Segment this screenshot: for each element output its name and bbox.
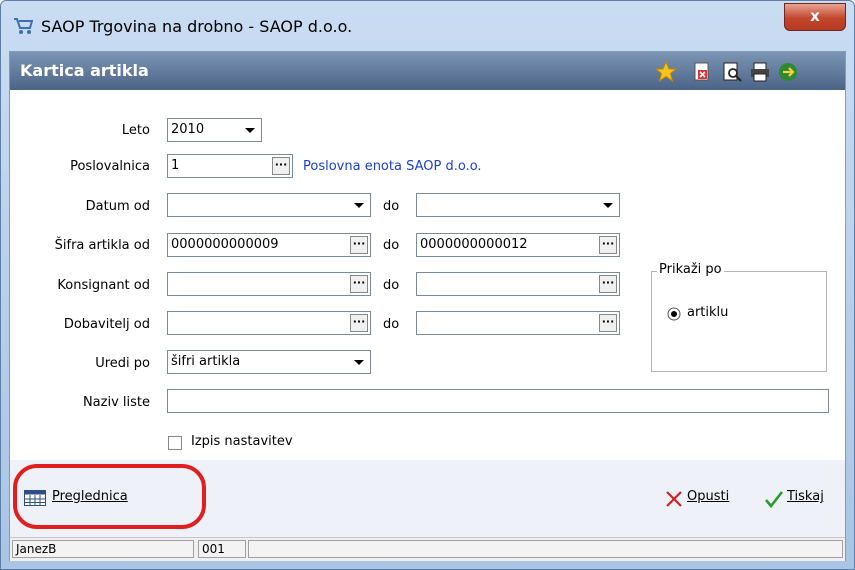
dobavitelj-to-field[interactable]: ··· [416,311,620,335]
konsignant-to-field[interactable]: ··· [416,272,620,296]
konsignant-to-browse-button[interactable]: ··· [599,275,617,293]
app-window: SAOP Trgovina na drobno - SAOP d.o.o. x … [0,0,855,570]
datum-to-select[interactable] [416,193,620,217]
dobavitelj-do-label: do [383,317,400,332]
dialog-header: Kartica artikla [10,52,845,90]
uredi-label: Uredi po [95,356,150,371]
window-title: SAOP Trgovina na drobno - SAOP d.o.o. [41,17,353,36]
sifra-to-value: 0000000000012 [420,237,528,252]
dobavitelj-label: Dobavitelj od [63,317,150,332]
leto-label: Leto [121,123,150,138]
prikazi-groupbox [651,271,827,372]
datum-label: Datum od [85,199,150,214]
dialog-title: Kartica artikla [20,61,149,80]
star-icon[interactable] [655,61,677,83]
sifra-label: Šifra artikla od [54,238,150,253]
sifra-do-label: do [383,238,400,253]
datum-from-select[interactable] [167,193,371,217]
dobavitelj-to-browse-button[interactable]: ··· [599,314,617,332]
uredi-select[interactable]: šifri artikla [167,350,371,374]
uredi-value: šifri artikla [171,354,241,369]
sifra-from-value: 0000000000009 [171,237,279,252]
chevron-down-icon [354,203,364,208]
print-preview-icon[interactable] [721,61,743,83]
opusti-label: Opusti [687,489,730,504]
form-area: Leto 2010 Poslovalnica 1 ··· Poslovna en… [10,90,845,460]
artiklu-radio[interactable] [667,307,681,321]
status-message [248,540,843,558]
naziv-input[interactable] [167,389,829,413]
dialog-client: Kartica artikla Leto 2010 Poslovalnica 1… [9,51,846,561]
sifra-from-field[interactable]: 0000000000009 ··· [167,233,371,257]
printer-icon[interactable] [749,61,771,83]
cancel-x-icon [666,491,682,507]
dobavitelj-from-field[interactable]: ··· [167,311,371,335]
poslovalnica-value: 1 [171,158,180,173]
status-user: JanezB [12,540,194,558]
poslovalnica-browse-button[interactable]: ··· [272,157,290,175]
poslovalnica-info: Poslovna enota SAOP d.o.o. [303,159,482,174]
leto-value: 2010 [171,122,205,137]
poslovalnica-label: Poslovalnica [70,159,150,174]
datum-do-label: do [383,199,400,214]
checkmark-icon [765,491,784,509]
sifra-to-browse-button[interactable]: ··· [599,236,617,254]
chevron-down-icon [245,128,255,133]
status-code: 001 [198,540,246,558]
naziv-label: Naziv liste [82,395,150,410]
chevron-down-icon [603,203,613,208]
konsignant-from-browse-button[interactable]: ··· [350,275,368,293]
artiklu-label: artiklu [687,305,729,320]
status-bar: JanezB 001 [10,537,845,561]
exit-icon[interactable] [777,61,799,83]
title-bar: SAOP Trgovina na drobno - SAOP d.o.o. x [1,1,854,51]
sifra-from-browse-button[interactable]: ··· [350,236,368,254]
leto-select[interactable]: 2010 [167,118,262,142]
konsignant-do-label: do [383,278,400,293]
highlight-annotation [13,464,206,529]
sifra-to-field[interactable]: 0000000000012 ··· [416,233,620,257]
konsignant-label: Konsignant od [57,278,150,293]
tiskaj-label: Tiskaj [787,489,824,504]
close-button[interactable]: x [784,3,846,31]
dobavitelj-from-browse-button[interactable]: ··· [350,314,368,332]
shopping-cart-icon [14,18,33,34]
chevron-down-icon [354,360,364,365]
footer-bar: Preglednica Opusti Tiskaj [10,460,845,537]
delete-document-icon[interactable] [691,61,713,83]
izpis-checkbox[interactable] [168,436,182,450]
prikazi-title: Prikaži po [657,262,724,277]
konsignant-from-field[interactable]: ··· [167,272,371,296]
poslovalnica-field[interactable]: 1 ··· [167,154,293,178]
close-icon: x [810,7,820,25]
izpis-label: Izpis nastavitev [191,434,293,449]
